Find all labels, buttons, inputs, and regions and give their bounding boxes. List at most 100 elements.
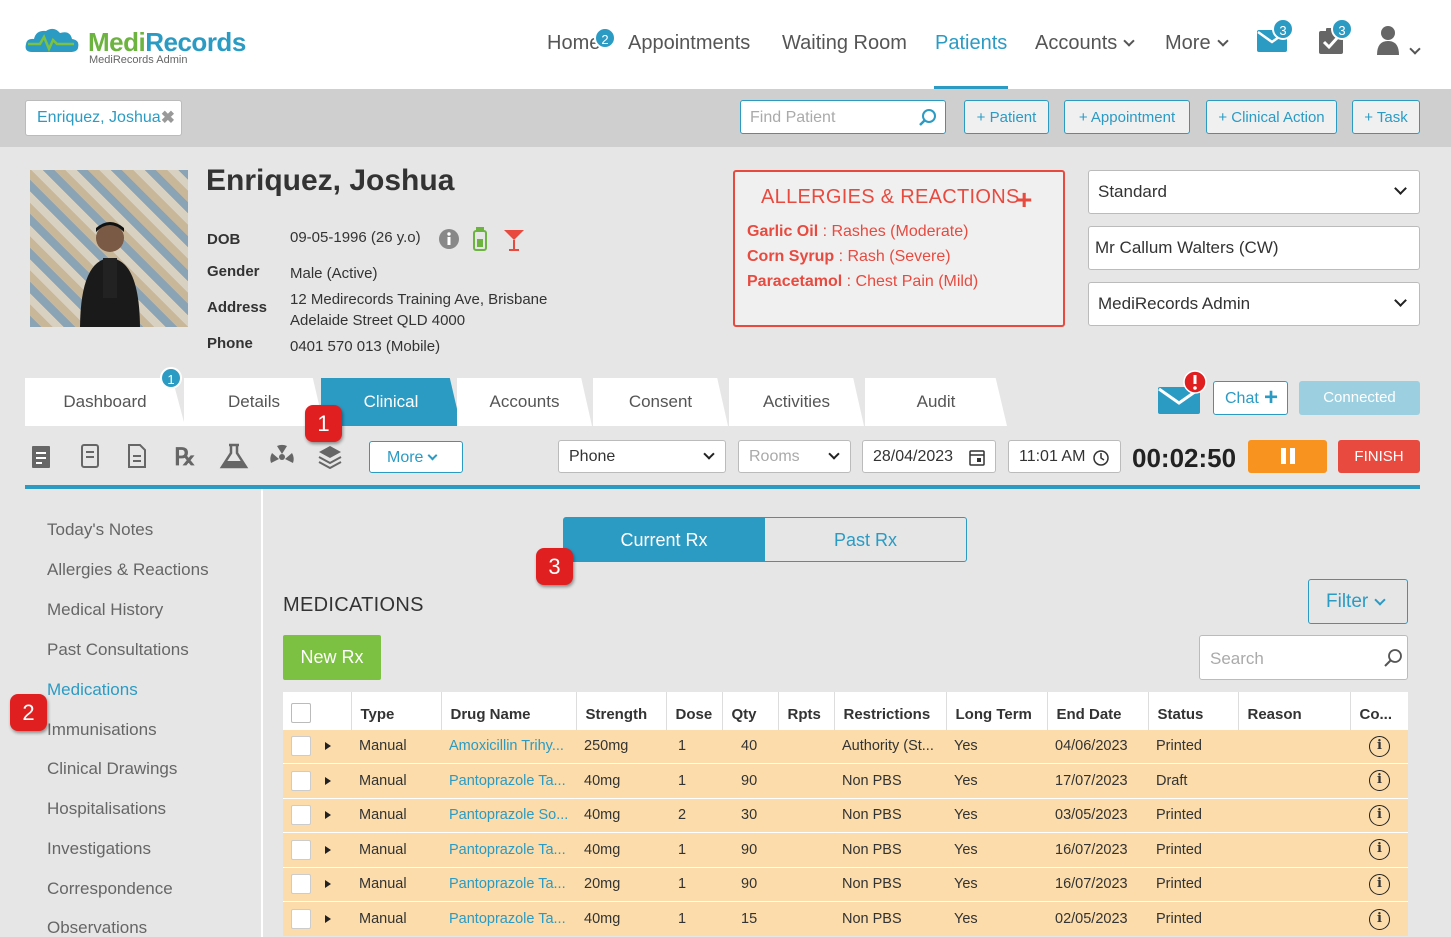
comment-info-icon[interactable]: i: [1350, 901, 1408, 936]
comment-info-icon[interactable]: i: [1350, 728, 1408, 764]
notes-icon[interactable]: [28, 443, 56, 471]
find-patient-input[interactable]: Find Patient: [740, 100, 946, 134]
smoking-status-icon[interactable]: [472, 227, 488, 251]
comment-info-icon[interactable]: i: [1350, 832, 1408, 867]
location-select[interactable]: MediRecords Admin: [1088, 282, 1420, 326]
add-clinical-action-button[interactable]: + Clinical Action: [1206, 100, 1337, 134]
cell-drug-name[interactable]: Pantoprazole So...: [441, 797, 576, 833]
expand-row-icon[interactable]: [317, 901, 351, 936]
allergy-item[interactable]: Paracetamol : Chest Pain (Mild): [747, 273, 978, 291]
add-appointment-button[interactable]: + Appointment: [1064, 100, 1190, 134]
add-allergy-icon[interactable]: +: [1016, 184, 1032, 216]
pause-button[interactable]: [1248, 440, 1327, 473]
prescription-rx-icon[interactable]: ℞: [171, 443, 199, 471]
column-header-dose[interactable]: Dose: [665, 692, 722, 729]
sidebar-item-past-consultations[interactable]: Past Consultations: [47, 640, 189, 660]
cell-drug-name[interactable]: Pantoprazole Ta...: [441, 763, 576, 798]
column-header-long-term[interactable]: Long Term: [945, 692, 1047, 729]
column-header-end-date[interactable]: End Date: [1046, 692, 1148, 729]
column-header-strength[interactable]: Strength: [575, 692, 666, 729]
consult-mode-select[interactable]: Phone: [558, 440, 726, 473]
sidebar-item-todays-notes[interactable]: Today's Notes: [47, 520, 153, 540]
pathology-flask-icon[interactable]: [219, 443, 249, 471]
tab-consent[interactable]: Consent: [593, 378, 728, 426]
cell-drug-name[interactable]: Pantoprazole Ta...: [441, 901, 576, 936]
column-header-drug-name[interactable]: Drug Name: [440, 692, 576, 729]
row-checkbox[interactable]: [283, 901, 317, 936]
nav-more[interactable]: More: [1165, 32, 1229, 55]
nav-home[interactable]: Home: [547, 32, 600, 55]
row-checkbox[interactable]: [283, 763, 317, 798]
nav-appointments[interactable]: Appointments: [628, 32, 750, 55]
document-icon[interactable]: [123, 443, 151, 471]
allergy-item[interactable]: Corn Syrup : Rash (Severe): [747, 248, 951, 266]
past-rx-toggle[interactable]: Past Rx: [764, 517, 967, 562]
time-input[interactable]: 11:01 AM: [1008, 440, 1121, 473]
add-task-button[interactable]: + Task: [1352, 100, 1420, 134]
new-rx-button[interactable]: New Rx: [283, 635, 381, 680]
medication-search-input[interactable]: Search: [1199, 635, 1408, 680]
expand-row-icon[interactable]: [317, 866, 351, 902]
row-checkbox[interactable]: [283, 832, 317, 867]
close-icon[interactable]: ✖: [161, 108, 175, 128]
sidebar-item-correspondence[interactable]: Correspondence: [47, 879, 173, 899]
tab-activities[interactable]: Activities: [729, 378, 864, 426]
radiology-icon[interactable]: [268, 443, 296, 471]
toolbar-more-button[interactable]: More: [369, 441, 463, 473]
table-row[interactable]: Manual Pantoprazole Ta... 40mg 1 15 Non PBS Ye…: [283, 901, 1408, 936]
sidebar-item-allergies[interactable]: Allergies & Reactions: [47, 560, 209, 580]
request-icon[interactable]: [76, 443, 104, 471]
sidebar-item-immunisations[interactable]: Immunisations: [47, 720, 157, 740]
open-patient-tab[interactable]: Enriquez, Joshua ✖: [25, 100, 182, 136]
comment-info-icon[interactable]: i: [1350, 866, 1408, 902]
filter-button[interactable]: Filter: [1308, 579, 1408, 624]
table-row[interactable]: Manual Pantoprazole Ta... 40mg 1 90 Non PBS Ye…: [283, 832, 1408, 867]
cell-drug-name[interactable]: Pantoprazole Ta...: [441, 866, 576, 902]
add-patient-button[interactable]: + Patient: [964, 100, 1049, 134]
comment-info-icon[interactable]: i: [1350, 797, 1408, 833]
tab-dashboard[interactable]: Dashboard: [25, 378, 185, 426]
column-header-status[interactable]: Status: [1147, 692, 1238, 729]
row-checkbox[interactable]: [283, 728, 317, 764]
tab-audit[interactable]: Audit: [865, 378, 1007, 426]
column-header-restrictions[interactable]: Restrictions: [833, 692, 946, 729]
table-row[interactable]: Manual Pantoprazole Ta... 40mg 1 90 Non PBS Ye…: [283, 763, 1408, 798]
tab-accounts[interactable]: Accounts: [457, 378, 592, 426]
user-avatar-icon[interactable]: [1377, 25, 1399, 55]
layers-stack-icon[interactable]: [316, 443, 344, 471]
nav-waiting-room[interactable]: Waiting Room: [782, 32, 907, 55]
current-rx-toggle[interactable]: Current Rx: [563, 517, 765, 562]
allergy-item[interactable]: Garlic Oil : Rashes (Moderate): [747, 223, 968, 241]
rooms-select[interactable]: Rooms: [738, 440, 851, 473]
row-checkbox[interactable]: [283, 797, 317, 833]
cell-drug-name[interactable]: Amoxicillin Trihy...: [441, 728, 576, 764]
expand-row-icon[interactable]: [317, 763, 351, 798]
expand-row-icon[interactable]: [317, 728, 351, 764]
template-select[interactable]: Standard: [1088, 170, 1420, 214]
column-header-qty[interactable]: Qty: [721, 692, 778, 729]
chat-button[interactable]: Chat +: [1213, 381, 1288, 415]
connected-status-button[interactable]: Connected: [1299, 381, 1420, 415]
sidebar-item-clinical-drawings[interactable]: Clinical Drawings: [47, 759, 177, 779]
table-row[interactable]: Manual Pantoprazole Ta... 20mg 1 90 Non PBS Ye…: [283, 866, 1408, 902]
finish-button[interactable]: FINISH: [1338, 440, 1420, 473]
date-input[interactable]: 28/04/2023: [862, 440, 996, 473]
practitioner-field[interactable]: Mr Callum Walters (CW): [1088, 226, 1420, 270]
tab-details[interactable]: Details: [184, 378, 324, 426]
sidebar-item-hospitalisations[interactable]: Hospitalisations: [47, 799, 166, 819]
column-header-type[interactable]: Type: [350, 692, 441, 729]
column-header-reason[interactable]: Reason: [1237, 692, 1350, 729]
comment-info-icon[interactable]: i: [1350, 763, 1408, 798]
row-checkbox[interactable]: [283, 866, 317, 902]
info-icon[interactable]: [438, 228, 460, 250]
tab-clinical[interactable]: Clinical: [321, 378, 461, 426]
nav-patients[interactable]: Patients: [935, 32, 1007, 55]
expand-row-icon[interactable]: [317, 797, 351, 833]
sidebar-item-observations[interactable]: Observations: [47, 918, 147, 937]
expand-row-icon[interactable]: [317, 832, 351, 867]
sidebar-item-medical-history[interactable]: Medical History: [47, 600, 163, 620]
table-row[interactable]: Manual Pantoprazole So... 40mg 2 30 Non PBS Ye…: [283, 797, 1408, 833]
nav-accounts[interactable]: Accounts: [1035, 32, 1135, 55]
sidebar-item-medications[interactable]: Medications: [47, 680, 138, 700]
select-all-checkbox[interactable]: [283, 692, 317, 729]
